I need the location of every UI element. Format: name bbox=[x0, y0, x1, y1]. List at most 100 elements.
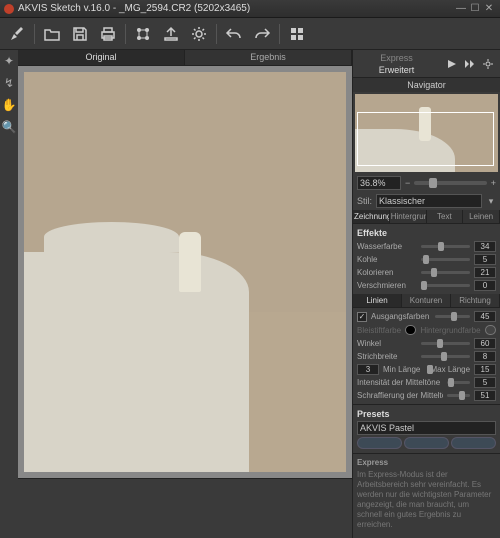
app-icon bbox=[4, 4, 14, 14]
style-menu-icon[interactable]: ▾ bbox=[486, 196, 496, 207]
publish-icon[interactable] bbox=[158, 21, 184, 47]
min-length-label: Min Länge bbox=[383, 365, 423, 374]
tab-lines[interactable]: Linien bbox=[353, 294, 402, 307]
tab-contours[interactable]: Konturen bbox=[402, 294, 451, 307]
charcoal-value[interactable] bbox=[474, 254, 496, 265]
stroke-width-label: Strichbreite bbox=[357, 352, 417, 361]
tab-text[interactable]: Text bbox=[427, 210, 464, 223]
zoom-out-icon[interactable]: − bbox=[405, 178, 410, 188]
midtone-hatching-value[interactable] bbox=[474, 390, 496, 401]
angle-slider[interactable] bbox=[421, 342, 470, 345]
left-toolbar: ✦ ↯ ✋ 🔍 bbox=[0, 50, 18, 538]
info-panel: Express Im Express-Modus ist der Arbeits… bbox=[353, 453, 500, 538]
coloration-slider[interactable] bbox=[421, 271, 470, 274]
original-colors-value[interactable] bbox=[474, 311, 496, 322]
tab-result[interactable]: Ergebnis bbox=[185, 50, 352, 65]
main-toolbar bbox=[0, 18, 500, 50]
window-title: AKVIS Sketch v.16.0 - _MG_2594.CR2 (5202… bbox=[18, 3, 454, 14]
original-colors-label: Ausgangsfarben bbox=[371, 312, 431, 321]
titlebar: AKVIS Sketch v.16.0 - _MG_2594.CR2 (5202… bbox=[0, 0, 500, 18]
hand-tool-icon[interactable]: ✋ bbox=[2, 98, 16, 112]
effects-section: Effekte Wasserfarbe Kohle Kolorieren Ver… bbox=[353, 224, 500, 294]
bg-color-swatch[interactable] bbox=[485, 325, 496, 335]
zoom-input[interactable] bbox=[357, 176, 401, 190]
zoom-slider[interactable] bbox=[414, 181, 486, 185]
mode-advanced[interactable]: Erweitert bbox=[353, 64, 440, 76]
smudge-value[interactable] bbox=[474, 280, 496, 291]
preset-delete-button[interactable] bbox=[451, 437, 496, 449]
timeline-area bbox=[18, 478, 352, 538]
mode-express[interactable]: Express bbox=[353, 52, 440, 64]
maximize-button[interactable]: ☐ bbox=[468, 3, 482, 14]
midtone-hatching-label: Schraffierung der Mitteltöne bbox=[357, 391, 443, 400]
direction-tool-icon[interactable]: ↯ bbox=[2, 76, 16, 90]
right-panel: Express Erweitert Navigator − + Stil: Kl… bbox=[352, 50, 500, 538]
redo-icon[interactable] bbox=[249, 21, 275, 47]
angle-value[interactable] bbox=[474, 338, 496, 349]
canvas-area bbox=[18, 66, 352, 538]
angle-label: Winkel bbox=[357, 339, 417, 348]
zoom-in-icon[interactable]: + bbox=[491, 178, 496, 188]
tab-background[interactable]: Hintergrund bbox=[390, 210, 427, 223]
stroke-tabs: Linien Konturen Richtung bbox=[353, 294, 500, 308]
bg-color-label: Hintergrundfarbe bbox=[420, 326, 480, 335]
stroke-width-slider[interactable] bbox=[421, 355, 470, 358]
coloration-label: Kolorieren bbox=[357, 268, 417, 277]
original-colors-slider[interactable] bbox=[435, 315, 470, 318]
brush-tool-icon[interactable] bbox=[4, 21, 30, 47]
smudge-label: Verschmieren bbox=[357, 281, 417, 290]
param-tabs: Zeichnung Hintergrund Text Leinen bbox=[353, 210, 500, 224]
info-header: Express bbox=[357, 458, 496, 468]
navigator-header: Navigator bbox=[353, 78, 500, 92]
print-icon[interactable] bbox=[95, 21, 121, 47]
midtone-intensity-slider[interactable] bbox=[447, 381, 470, 384]
navigator-thumbnail[interactable] bbox=[355, 94, 498, 172]
strokes-section: ✓ Ausgangsfarben Bleistiftfarbe Hintergrun… bbox=[353, 308, 500, 404]
settings-icon[interactable] bbox=[186, 21, 212, 47]
open-file-icon[interactable] bbox=[39, 21, 65, 47]
info-text: Im Express-Modus ist der Arbeitsbereich … bbox=[357, 470, 496, 530]
tab-drawing[interactable]: Zeichnung bbox=[353, 210, 390, 223]
tab-original[interactable]: Original bbox=[18, 50, 185, 65]
mode-bar: Express Erweitert bbox=[353, 50, 500, 78]
pointer-tool-icon[interactable]: ✦ bbox=[2, 54, 16, 68]
presets-header: Presets bbox=[357, 407, 496, 421]
stroke-width-value[interactable] bbox=[474, 351, 496, 362]
pencil-color-swatch[interactable] bbox=[405, 325, 416, 335]
view-tabs: Original Ergebnis bbox=[18, 50, 352, 66]
charcoal-label: Kohle bbox=[357, 255, 417, 264]
presets-icon[interactable] bbox=[284, 21, 310, 47]
undo-icon[interactable] bbox=[221, 21, 247, 47]
watercolor-label: Wasserfarbe bbox=[357, 242, 417, 251]
tab-direction[interactable]: Richtung bbox=[451, 294, 500, 307]
midtone-intensity-value[interactable] bbox=[474, 377, 496, 388]
midtone-intensity-label: Intensität der Mitteltöne bbox=[357, 378, 443, 387]
minimize-button[interactable]: — bbox=[454, 3, 468, 14]
preset-save-button[interactable] bbox=[357, 437, 402, 449]
min-length-value[interactable] bbox=[357, 364, 379, 375]
original-colors-checkbox[interactable]: ✓ bbox=[357, 312, 367, 322]
midtone-hatching-slider[interactable] bbox=[447, 394, 470, 397]
zoom-tool-icon[interactable]: 🔍 bbox=[2, 120, 16, 134]
smudge-slider[interactable] bbox=[421, 284, 470, 287]
style-label: Stil: bbox=[357, 196, 372, 206]
max-length-value[interactable] bbox=[474, 364, 496, 375]
pencil-color-label: Bleistiftfarbe bbox=[357, 326, 401, 335]
effects-header: Effekte bbox=[357, 226, 496, 240]
coloration-value[interactable] bbox=[474, 267, 496, 278]
close-button[interactable]: ✕ bbox=[482, 3, 496, 14]
autorun-button[interactable] bbox=[462, 56, 478, 72]
prefs-button[interactable] bbox=[480, 56, 496, 72]
watercolor-slider[interactable] bbox=[421, 245, 470, 248]
save-file-icon[interactable] bbox=[67, 21, 93, 47]
tab-canvas[interactable]: Leinen bbox=[463, 210, 500, 223]
image-canvas[interactable] bbox=[24, 72, 346, 472]
run-button[interactable] bbox=[444, 56, 460, 72]
batch-icon[interactable] bbox=[130, 21, 156, 47]
watercolor-value[interactable] bbox=[474, 241, 496, 252]
max-length-label: Max Länge bbox=[431, 365, 471, 374]
preset-reset-button[interactable] bbox=[404, 437, 449, 449]
charcoal-slider[interactable] bbox=[421, 258, 470, 261]
style-select[interactable]: Klassischer bbox=[376, 194, 482, 208]
presets-select[interactable]: AKVIS Pastel bbox=[357, 421, 496, 435]
